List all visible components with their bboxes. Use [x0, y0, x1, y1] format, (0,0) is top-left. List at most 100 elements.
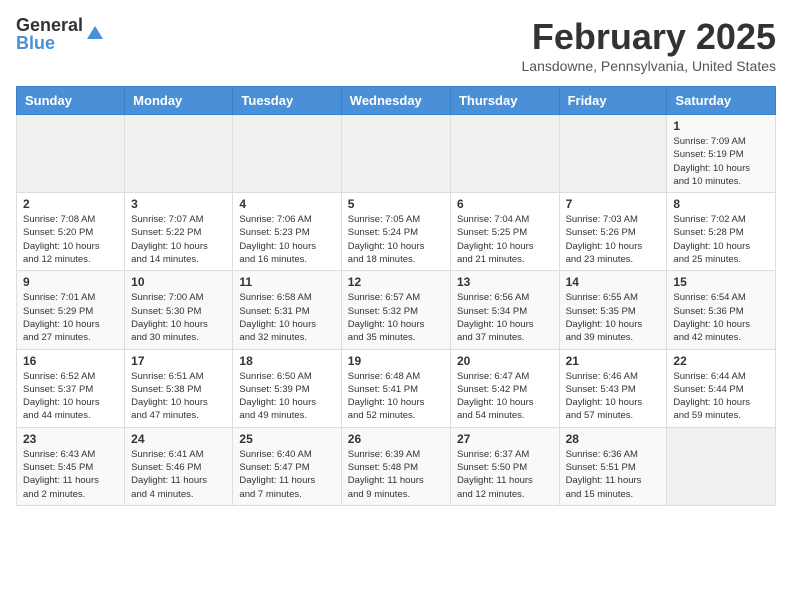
calendar-cell: 13 Sunrise: 6:56 AM Sunset: 5:34 PM Dayli…	[450, 271, 559, 349]
calendar-week-row: 2 Sunrise: 7:08 AM Sunset: 5:20 PM Daylig…	[17, 193, 776, 271]
day-info: Sunrise: 7:07 AM Sunset: 5:22 PM Dayligh…	[131, 213, 226, 266]
location: Lansdowne, Pennsylvania, United States	[522, 58, 777, 74]
day-number: 3	[131, 197, 226, 211]
calendar-week-row: 1 Sunrise: 7:09 AM Sunset: 5:19 PM Daylig…	[17, 115, 776, 193]
day-number: 18	[239, 354, 334, 368]
day-info: Sunrise: 7:09 AM Sunset: 5:19 PM Dayligh…	[673, 135, 769, 188]
calendar-cell: 20Sunrise: 6:47 AM Sunset: 5:42 PM Dayli…	[450, 349, 559, 427]
day-info: Sunrise: 7:01 AM Sunset: 5:29 PM Dayligh…	[23, 291, 118, 344]
calendar-cell	[17, 115, 125, 193]
day-info: Sunrise: 6:36 AM Sunset: 5:51 PM Dayligh…	[566, 448, 661, 501]
calendar-cell: 18 Sunrise: 6:50 AM Sunset: 5:39 PM Dayli…	[233, 349, 341, 427]
calendar-cell: 5 Sunrise: 7:05 AM Sunset: 5:24 PM Daylig…	[341, 193, 450, 271]
day-info: Sunrise: 6:39 AM Sunset: 5:48 PM Dayligh…	[348, 448, 444, 501]
calendar-cell: 6 Sunrise: 7:04 AM Sunset: 5:25 PM Daylig…	[450, 193, 559, 271]
calendar-cell: 11 Sunrise: 6:58 AM Sunset: 5:31 PM Dayli…	[233, 271, 341, 349]
calendar-cell: 14Sunrise: 6:55 AM Sunset: 5:35 PM Dayli…	[559, 271, 667, 349]
calendar-cell	[450, 115, 559, 193]
day-info: Sunrise: 7:08 AM Sunset: 5:20 PM Dayligh…	[23, 213, 118, 266]
calendar-header-saturday: Saturday	[667, 87, 776, 115]
day-number: 9	[23, 275, 118, 289]
day-number: 13	[457, 275, 553, 289]
day-number: 28	[566, 432, 661, 446]
day-number: 22	[673, 354, 769, 368]
day-info: Sunrise: 6:56 AM Sunset: 5:34 PM Dayligh…	[457, 291, 553, 344]
calendar-cell: 17 Sunrise: 6:51 AM Sunset: 5:38 PM Dayli…	[125, 349, 233, 427]
day-info: Sunrise: 6:54 AM Sunset: 5:36 PM Dayligh…	[673, 291, 769, 344]
day-number: 7	[566, 197, 661, 211]
day-info: Sunrise: 6:52 AM Sunset: 5:37 PM Dayligh…	[23, 370, 118, 423]
calendar-cell: 10 Sunrise: 7:00 AM Sunset: 5:30 PM Dayli…	[125, 271, 233, 349]
day-info: Sunrise: 7:05 AM Sunset: 5:24 PM Dayligh…	[348, 213, 444, 266]
calendar-week-row: 16 Sunrise: 6:52 AM Sunset: 5:37 PM Dayli…	[17, 349, 776, 427]
calendar-cell: 9 Sunrise: 7:01 AM Sunset: 5:29 PM Daylig…	[17, 271, 125, 349]
day-info: Sunrise: 6:40 AM Sunset: 5:47 PM Dayligh…	[239, 448, 334, 501]
day-info: Sunrise: 6:57 AM Sunset: 5:32 PM Dayligh…	[348, 291, 444, 344]
day-info: Sunrise: 6:43 AM Sunset: 5:45 PM Dayligh…	[23, 448, 118, 501]
day-info: Sunrise: 6:55 AM Sunset: 5:35 PM Dayligh…	[566, 291, 661, 344]
calendar-cell: 23 Sunrise: 6:43 AM Sunset: 5:45 PM Dayli…	[17, 427, 125, 505]
day-number: 21	[566, 354, 661, 368]
day-info: Sunrise: 6:51 AM Sunset: 5:38 PM Dayligh…	[131, 370, 226, 423]
calendar-table: SundayMondayTuesdayWednesdayThursdayFrid…	[16, 86, 776, 506]
day-info: Sunrise: 6:50 AM Sunset: 5:39 PM Dayligh…	[239, 370, 334, 423]
calendar-header-wednesday: Wednesday	[341, 87, 450, 115]
calendar-cell: 21 Sunrise: 6:46 AM Sunset: 5:43 PM Dayli…	[559, 349, 667, 427]
calendar-cell: 24 Sunrise: 6:41 AM Sunset: 5:46 PM Dayli…	[125, 427, 233, 505]
day-info: Sunrise: 7:00 AM Sunset: 5:30 PM Dayligh…	[131, 291, 226, 344]
day-info: Sunrise: 6:37 AM Sunset: 5:50 PM Dayligh…	[457, 448, 553, 501]
day-number: 10	[131, 275, 226, 289]
day-number: 17	[131, 354, 226, 368]
day-number: 2	[23, 197, 118, 211]
day-info: Sunrise: 6:41 AM Sunset: 5:46 PM Dayligh…	[131, 448, 226, 501]
day-number: 16	[23, 354, 118, 368]
calendar-cell	[233, 115, 341, 193]
calendar-cell	[667, 427, 776, 505]
day-info: Sunrise: 7:04 AM Sunset: 5:25 PM Dayligh…	[457, 213, 553, 266]
calendar-cell	[125, 115, 233, 193]
logo-blue-text: Blue	[16, 34, 83, 52]
calendar-header-row: SundayMondayTuesdayWednesdayThursdayFrid…	[17, 87, 776, 115]
calendar-cell: 28 Sunrise: 6:36 AM Sunset: 5:51 PM Dayli…	[559, 427, 667, 505]
logo: General Blue	[16, 16, 105, 52]
calendar-cell: 19 Sunrise: 6:48 AM Sunset: 5:41 PM Dayli…	[341, 349, 450, 427]
day-number: 23	[23, 432, 118, 446]
day-info: Sunrise: 6:44 AM Sunset: 5:44 PM Dayligh…	[673, 370, 769, 423]
calendar-cell: 27Sunrise: 6:37 AM Sunset: 5:50 PM Dayli…	[450, 427, 559, 505]
day-info: Sunrise: 7:03 AM Sunset: 5:26 PM Dayligh…	[566, 213, 661, 266]
day-info: Sunrise: 6:46 AM Sunset: 5:43 PM Dayligh…	[566, 370, 661, 423]
calendar-cell: 8 Sunrise: 7:02 AM Sunset: 5:28 PM Daylig…	[667, 193, 776, 271]
calendar-cell: 16 Sunrise: 6:52 AM Sunset: 5:37 PM Dayli…	[17, 349, 125, 427]
day-info: Sunrise: 7:02 AM Sunset: 5:28 PM Dayligh…	[673, 213, 769, 266]
day-number: 5	[348, 197, 444, 211]
calendar-cell	[341, 115, 450, 193]
calendar-header-monday: Monday	[125, 87, 233, 115]
day-number: 20	[457, 354, 553, 368]
day-info: Sunrise: 7:06 AM Sunset: 5:23 PM Dayligh…	[239, 213, 334, 266]
header: General Blue February 2025 Lansdowne, Pe…	[16, 16, 776, 74]
calendar-cell: 26Sunrise: 6:39 AM Sunset: 5:48 PM Dayli…	[341, 427, 450, 505]
day-number: 15	[673, 275, 769, 289]
day-number: 4	[239, 197, 334, 211]
day-info: Sunrise: 6:48 AM Sunset: 5:41 PM Dayligh…	[348, 370, 444, 423]
day-number: 6	[457, 197, 553, 211]
day-number: 24	[131, 432, 226, 446]
calendar-cell: 4 Sunrise: 7:06 AM Sunset: 5:23 PM Daylig…	[233, 193, 341, 271]
title-area: February 2025 Lansdowne, Pennsylvania, U…	[522, 16, 777, 74]
month-title: February 2025	[522, 16, 777, 58]
calendar-cell: 25 Sunrise: 6:40 AM Sunset: 5:47 PM Dayli…	[233, 427, 341, 505]
logo-icon	[85, 24, 105, 44]
day-info: Sunrise: 6:58 AM Sunset: 5:31 PM Dayligh…	[239, 291, 334, 344]
calendar-cell	[559, 115, 667, 193]
day-number: 19	[348, 354, 444, 368]
calendar-week-row: 9 Sunrise: 7:01 AM Sunset: 5:29 PM Daylig…	[17, 271, 776, 349]
day-number: 1	[673, 119, 769, 133]
calendar-week-row: 23 Sunrise: 6:43 AM Sunset: 5:45 PM Dayli…	[17, 427, 776, 505]
day-number: 25	[239, 432, 334, 446]
calendar-header-tuesday: Tuesday	[233, 87, 341, 115]
calendar-cell: 3 Sunrise: 7:07 AM Sunset: 5:22 PM Daylig…	[125, 193, 233, 271]
day-number: 11	[239, 275, 334, 289]
calendar-cell: 2 Sunrise: 7:08 AM Sunset: 5:20 PM Daylig…	[17, 193, 125, 271]
day-number: 8	[673, 197, 769, 211]
logo-general-text: General	[16, 16, 83, 34]
